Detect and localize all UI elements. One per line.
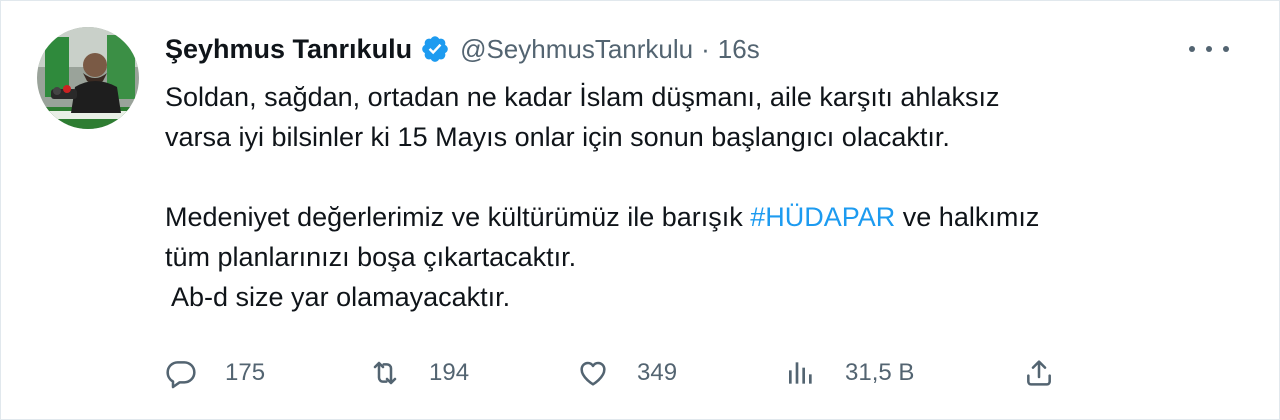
share-button[interactable] — [1023, 353, 1055, 393]
avatar[interactable] — [37, 27, 139, 129]
reply-count: 175 — [225, 359, 266, 386]
avatar-photo — [37, 27, 139, 129]
views-button[interactable]: 31,5 B — [785, 353, 914, 393]
like-button[interactable]: 349 — [577, 353, 677, 393]
like-icon — [577, 357, 609, 389]
reply-button[interactable]: 175 — [165, 353, 265, 393]
more-icon[interactable] — [1189, 37, 1229, 61]
tweet-text: Soldan, sağdan, ortadan ne kadar İslam d… — [165, 77, 1245, 317]
timestamp[interactable]: 16s — [718, 34, 760, 65]
tweet-line-3: Medeniyet değerlerimiz ve kültürümüz ile… — [165, 197, 1245, 237]
tweet-header: Şeyhmus Tanrıkulu @SeyhmusTanrkulu · 16s — [165, 29, 760, 69]
tweet-card[interactable]: Şeyhmus Tanrıkulu @SeyhmusTanrkulu · 16s… — [0, 0, 1280, 420]
like-count: 349 — [637, 359, 678, 386]
tweet-line-2: varsa iyi bilsinler ki 15 Mayıs onlar iç… — [165, 122, 950, 152]
views-count: 31,5 B — [845, 359, 915, 386]
views-icon — [785, 357, 817, 389]
tweet-line-5: Ab-d size yar olamayacaktır. — [165, 282, 511, 312]
tweet-line-3-start: Medeniyet değerlerimiz ve kültürümüz ile… — [165, 202, 751, 232]
tweet-line-3-end: ve halkımız — [895, 202, 1040, 232]
verified-badge-icon — [420, 34, 450, 64]
tweet-actions: 175 194 349 31,5 B — [1, 353, 1280, 393]
separator-dot: · — [701, 33, 710, 64]
retweet-count: 194 — [429, 359, 470, 386]
hashtag-link[interactable]: #HÜDAPAR — [750, 202, 895, 232]
retweet-button[interactable]: 194 — [369, 353, 469, 393]
tweet-line-1: Soldan, sağdan, ortadan ne kadar İslam d… — [165, 82, 1000, 112]
tweet-line-4: tüm planlarınızı boşa çıkartacaktır. — [165, 242, 577, 272]
display-name[interactable]: Şeyhmus Tanrıkulu — [165, 34, 412, 65]
handle[interactable]: @SeyhmusTanrkulu — [460, 34, 693, 65]
retweet-icon — [369, 357, 401, 389]
share-icon — [1023, 357, 1055, 389]
reply-icon — [165, 357, 197, 389]
